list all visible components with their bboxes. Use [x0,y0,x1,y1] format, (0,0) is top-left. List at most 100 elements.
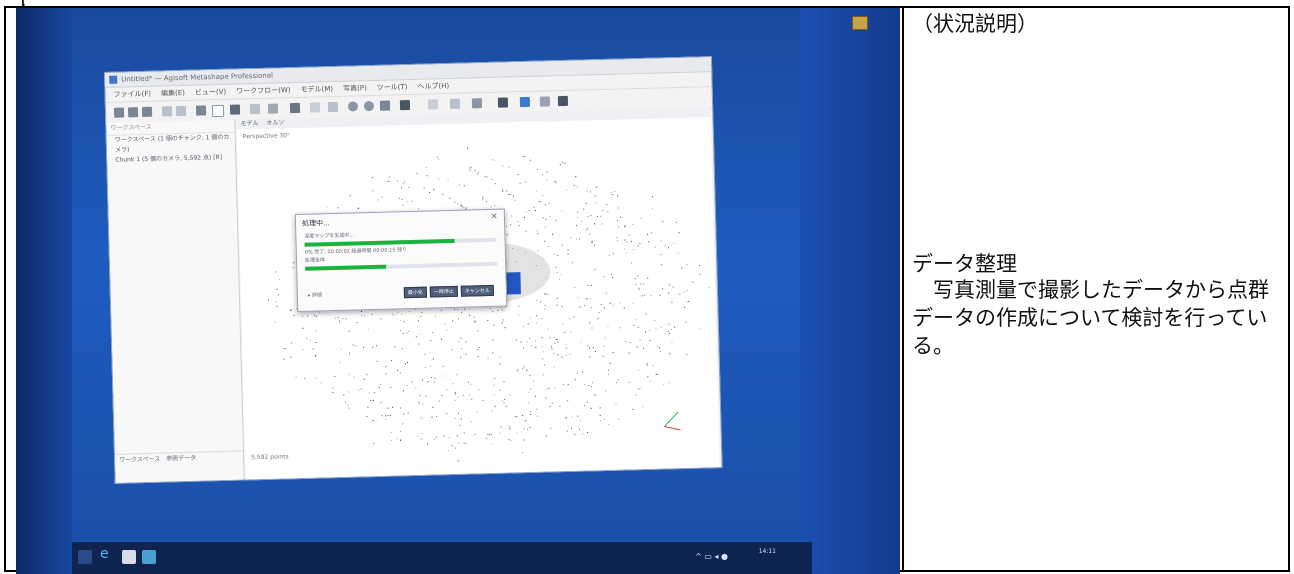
cloud-point [525,181,527,183]
tab-workspace[interactable]: ワークスペース [119,454,160,467]
cloud-point [524,420,526,422]
cloud-point [502,319,504,321]
cloud-point [633,248,635,251]
pause-button[interactable]: 一時停止 [429,285,458,298]
zoom-in-icon[interactable] [347,101,359,112]
cloud-point [657,346,659,348]
app-window: Untitled* — Agisoft Metashape Profession… [104,56,723,484]
cloud-point [554,342,556,344]
cloud-point [639,243,641,245]
texture-icon[interactable] [557,95,569,107]
menu-view[interactable]: ビュー(V) [195,85,227,100]
tab-reference[interactable]: 参照データ [166,453,196,466]
cloud-point [377,199,379,201]
cloud-point [536,322,538,324]
cloud-point [402,332,404,334]
cloud-point [506,190,508,192]
menu-help[interactable]: ヘルプ(H) [417,79,449,94]
save-icon[interactable] [141,106,153,118]
move-view-icon[interactable] [379,100,391,111]
cloud-point [499,389,501,391]
cloud-point [549,216,551,218]
details-toggle[interactable]: ▸ 詳細 [308,291,322,298]
points-icon[interactable] [399,100,411,111]
select-icon[interactable] [229,104,241,115]
cloud-point [570,427,572,429]
display-mode-icon[interactable] [539,96,551,107]
cloud-point [586,298,588,300]
cancel-button[interactable]: キャンセル [460,284,494,297]
menu-workflow[interactable]: ワークフロー(W) [236,83,291,98]
cloud-point [337,317,339,319]
cloud-point [561,244,563,246]
cloud-point [550,346,552,348]
cloud-point [494,377,496,379]
cloud-point [509,194,511,196]
cloud-point [490,434,492,436]
cloud-point [607,369,609,371]
grid-icon[interactable] [427,99,439,110]
cloud-point [500,426,502,428]
cloud-point [542,174,544,176]
minimize-button[interactable]: 最小化 [403,286,427,299]
cloud-point [537,233,539,235]
shading-icon[interactable] [519,96,531,108]
cloud-point [674,326,676,328]
menu-model[interactable]: モデル(M) [300,82,333,97]
cloud-point [400,439,402,441]
cloud-point [499,356,501,358]
cloud-point [590,307,592,309]
tray-icons[interactable]: ^ ▭ ◂ ● [695,552,728,561]
menu-edit[interactable]: 編集(E) [161,86,185,101]
cloud-point [519,182,521,184]
layers-icon[interactable] [449,98,461,109]
app-taskbar-icon[interactable] [142,550,156,564]
zoom-out-icon[interactable] [363,100,375,112]
cloud-point [518,225,520,227]
ruler-icon[interactable] [289,102,301,114]
redo-icon[interactable] [175,105,187,117]
menu-tools[interactable]: ツール(T) [377,80,408,95]
cloud-point [491,443,493,445]
close-icon[interactable]: × [490,212,498,222]
menu-file[interactable]: ファイル(F) [113,87,151,102]
cloud-point [427,381,429,383]
cloud-point [520,341,522,343]
cloud-point [700,327,702,329]
navigation-icon[interactable] [195,105,207,116]
cloud-point [465,207,467,209]
open-icon[interactable] [127,107,139,118]
cloud-point [352,344,354,346]
menu-photo[interactable]: 写真(P) [343,81,367,96]
browser-icon[interactable]: e [100,546,114,562]
cloud-point [524,216,526,218]
cloud-point [616,220,618,222]
crop-icon[interactable] [327,101,339,113]
model-view-icon[interactable] [471,98,483,109]
cloud-point [609,302,611,304]
chunk-item[interactable]: Chunk 1 (5 個のカメラ, 5,592 点) [R] [107,153,235,166]
undo-icon[interactable] [161,106,173,117]
cloud-point [502,190,504,192]
taskbar-clock[interactable]: 14:11 [759,548,776,556]
cloud-point [435,436,437,438]
delete-icon[interactable] [309,102,321,113]
cloud-point [668,323,670,325]
monitor-bezel-left [16,8,72,574]
cloud-point [421,311,423,313]
move-icon[interactable] [249,103,261,115]
store-icon[interactable] [122,550,136,564]
screen-photo: Untitled* — Agisoft Metashape Profession… [16,8,900,574]
cloud-point [374,392,376,394]
cloud-point [432,358,434,360]
cloud-point [516,370,518,372]
camera-icon[interactable] [497,97,509,108]
cloud-point [541,337,543,339]
rotate-icon[interactable] [267,103,279,114]
cloud-point [556,271,558,274]
rectangle-selection-icon[interactable] [211,104,225,118]
start-icon[interactable] [78,550,92,564]
new-icon[interactable] [113,107,125,118]
cloud-point [378,386,380,388]
cloud-point [542,374,544,376]
